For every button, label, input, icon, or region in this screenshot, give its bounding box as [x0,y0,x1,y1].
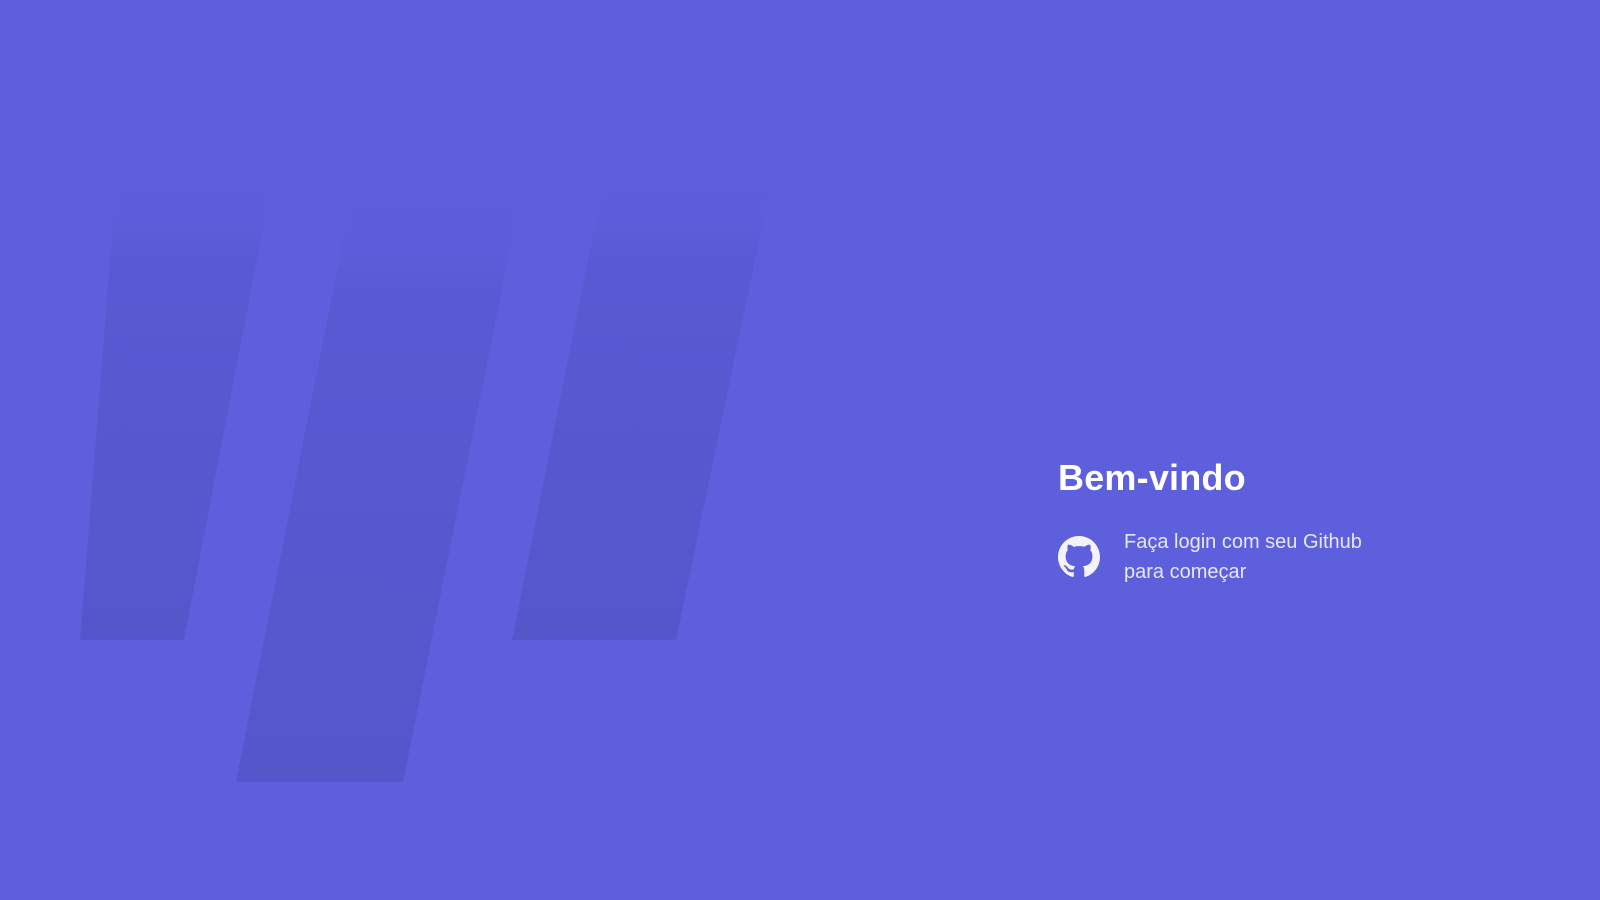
github-login-text: Faça login com seu Github para começar [1124,531,1362,583]
welcome-title: Bem-vindo [1058,457,1246,498]
github-login-button[interactable]: Faça login com seu Github para começar [1058,527,1458,587]
quote-stroke-left [80,160,276,640]
quotation-marks-graphic [80,160,776,782]
github-icon [1058,536,1100,577]
quote-stroke-right [512,160,776,640]
login-panel: Bem-vindo Faça login com seu Github para… [1058,453,1458,587]
quote-stroke-middle [236,164,527,782]
